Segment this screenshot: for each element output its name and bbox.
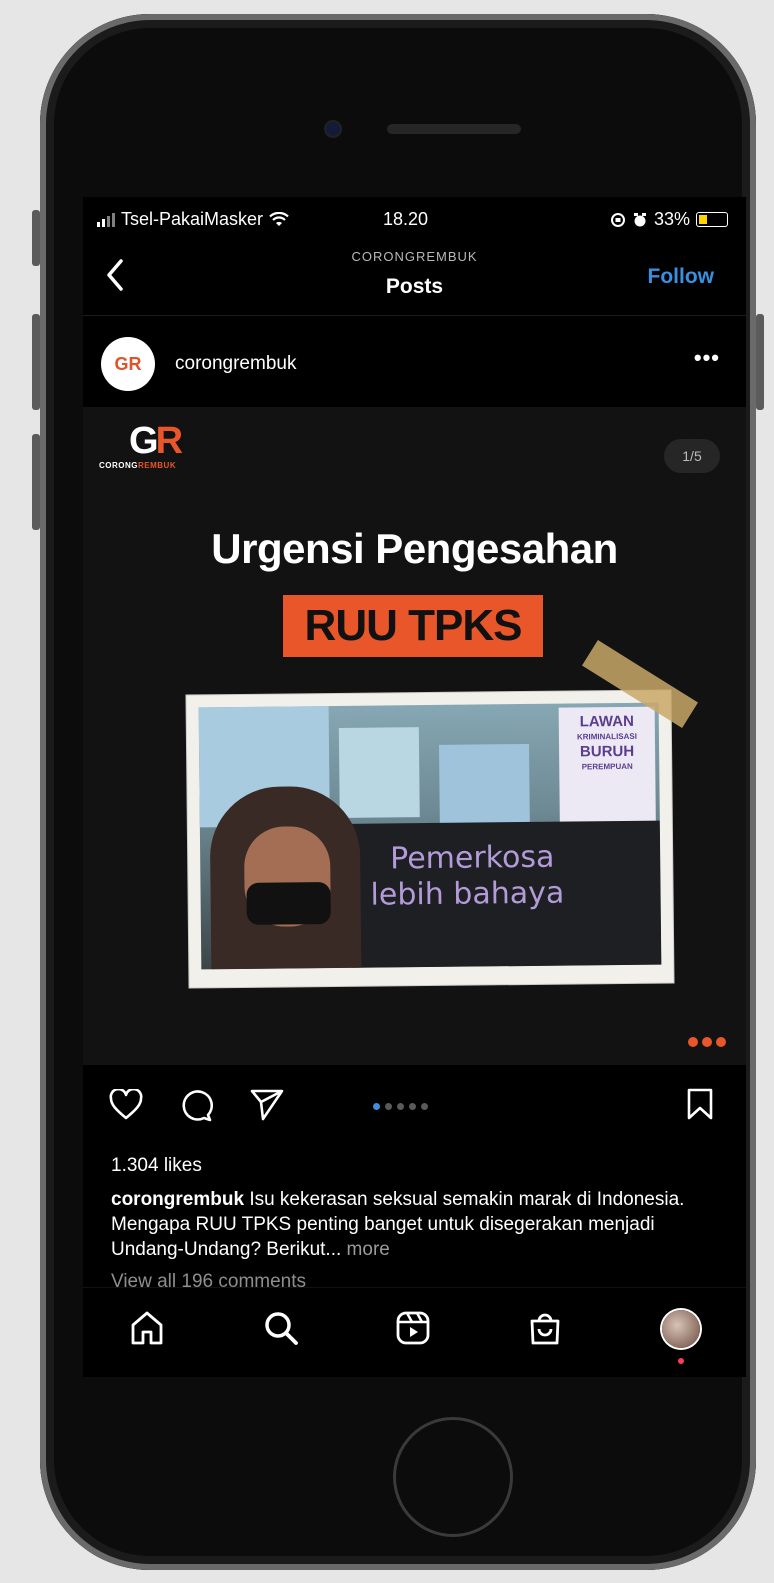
- status-bar: Tsel-PakaiMasker 18.20 33%: [83, 197, 746, 241]
- search-icon[interactable]: [263, 1310, 299, 1346]
- view-comments-link[interactable]: View all 196 comments: [111, 1271, 306, 1287]
- home-icon[interactable]: [129, 1310, 165, 1346]
- bottom-tab-bar: [83, 1287, 746, 1376]
- volume-down-button: [32, 434, 40, 530]
- post-actions: [83, 1065, 746, 1145]
- carousel-pager: [373, 1103, 428, 1110]
- reels-icon[interactable]: [395, 1310, 431, 1346]
- avatar-text: GR: [114, 353, 142, 374]
- brand-logo: GR CORONGREMBUK: [99, 421, 219, 470]
- status-right: 33%: [610, 209, 728, 230]
- caption-more-link[interactable]: more: [347, 1239, 390, 1260]
- mute-switch: [32, 210, 40, 266]
- orange-dots-decoration: [688, 1037, 726, 1047]
- pager-dot: [397, 1103, 404, 1110]
- likes-count[interactable]: 1.304 likes: [111, 1155, 202, 1177]
- carrier-info: Tsel-PakaiMasker: [97, 209, 289, 230]
- logo-letter-g: G: [129, 420, 159, 462]
- pager-dot: [385, 1103, 392, 1110]
- post-headline: Urgensi Pengesahan: [211, 525, 618, 572]
- alarm-icon: [633, 212, 646, 226]
- shop-icon[interactable]: [527, 1310, 563, 1346]
- caption-username[interactable]: corongrembuk: [111, 1189, 244, 1210]
- wifi-icon: [269, 211, 289, 226]
- post-highlight: RUU TPKS: [283, 595, 543, 657]
- instagram-screen: Tsel-PakaiMasker 18.20 33% CORONGREMBUK …: [83, 197, 746, 1377]
- logo-word-b: REMBUK: [138, 461, 177, 470]
- carrier-name: Tsel-PakaiMasker: [121, 209, 264, 229]
- carousel-counter: 1/5: [664, 439, 720, 473]
- sign-text-kriminalisasi: KRIMINALISASI: [576, 731, 637, 742]
- protester-figure: [209, 785, 362, 970]
- sign-text-perempuan: PEREMPUAN: [581, 761, 633, 772]
- post-username[interactable]: corongrembuk: [175, 353, 296, 375]
- logo-letter-r: R: [155, 420, 184, 462]
- battery-percent: 33%: [653, 209, 690, 229]
- sign-text-buruh: BURUH: [579, 742, 635, 761]
- logo-word-a: CORONG: [99, 461, 138, 470]
- protest-sign: [439, 743, 530, 825]
- logo-word: CORONGREMBUK: [99, 461, 219, 470]
- banner-line-2: lebih bahaya: [370, 875, 565, 913]
- comment-icon[interactable]: [179, 1088, 213, 1122]
- sign-text-lawan: LAWAN: [579, 712, 634, 731]
- banner-line-1: Pemerkosa: [390, 839, 555, 877]
- front-camera: [326, 122, 340, 136]
- rotation-lock-icon: [610, 212, 625, 227]
- post-image[interactable]: GR CORONGREMBUK 1/5 Urgensi Pengesahan R…: [83, 407, 746, 1065]
- top-nav: CORONGREMBUK Posts Follow: [83, 241, 746, 316]
- home-button[interactable]: [393, 1417, 513, 1537]
- pager-dot: [409, 1103, 416, 1110]
- earpiece: [387, 124, 521, 134]
- profile-avatar[interactable]: [662, 1310, 700, 1348]
- protest-photo: LAWAN KRIMINALISASI BURUH PEREMPUAN Peme…: [186, 690, 674, 988]
- protest-sign: [338, 727, 420, 818]
- status-time: 18.20: [383, 209, 429, 229]
- protest-banner: Pemerkosa lebih bahaya: [349, 820, 662, 968]
- more-options-icon[interactable]: •••: [694, 345, 720, 371]
- follow-button[interactable]: Follow: [648, 265, 715, 289]
- lawan-sign: LAWAN KRIMINALISASI BURUH PEREMPUAN: [558, 706, 656, 832]
- send-icon[interactable]: [249, 1088, 285, 1122]
- bookmark-icon[interactable]: [686, 1087, 714, 1121]
- nav-account-name: CORONGREMBUK: [351, 249, 478, 264]
- heart-icon[interactable]: [109, 1089, 143, 1121]
- volume-up-button: [32, 314, 40, 410]
- power-button: [756, 314, 764, 410]
- logo-mark: GR: [129, 421, 219, 461]
- signal-icon: [97, 212, 115, 227]
- post-header: GR corongrembuk •••: [83, 315, 746, 407]
- pager-dot: [421, 1103, 428, 1110]
- pager-dot: [373, 1103, 380, 1110]
- notification-dot: [678, 1358, 684, 1364]
- avatar[interactable]: GR: [101, 337, 155, 391]
- post-caption: corongrembuk Isu kekerasan seksual semak…: [111, 1187, 711, 1262]
- battery-icon: [696, 212, 728, 227]
